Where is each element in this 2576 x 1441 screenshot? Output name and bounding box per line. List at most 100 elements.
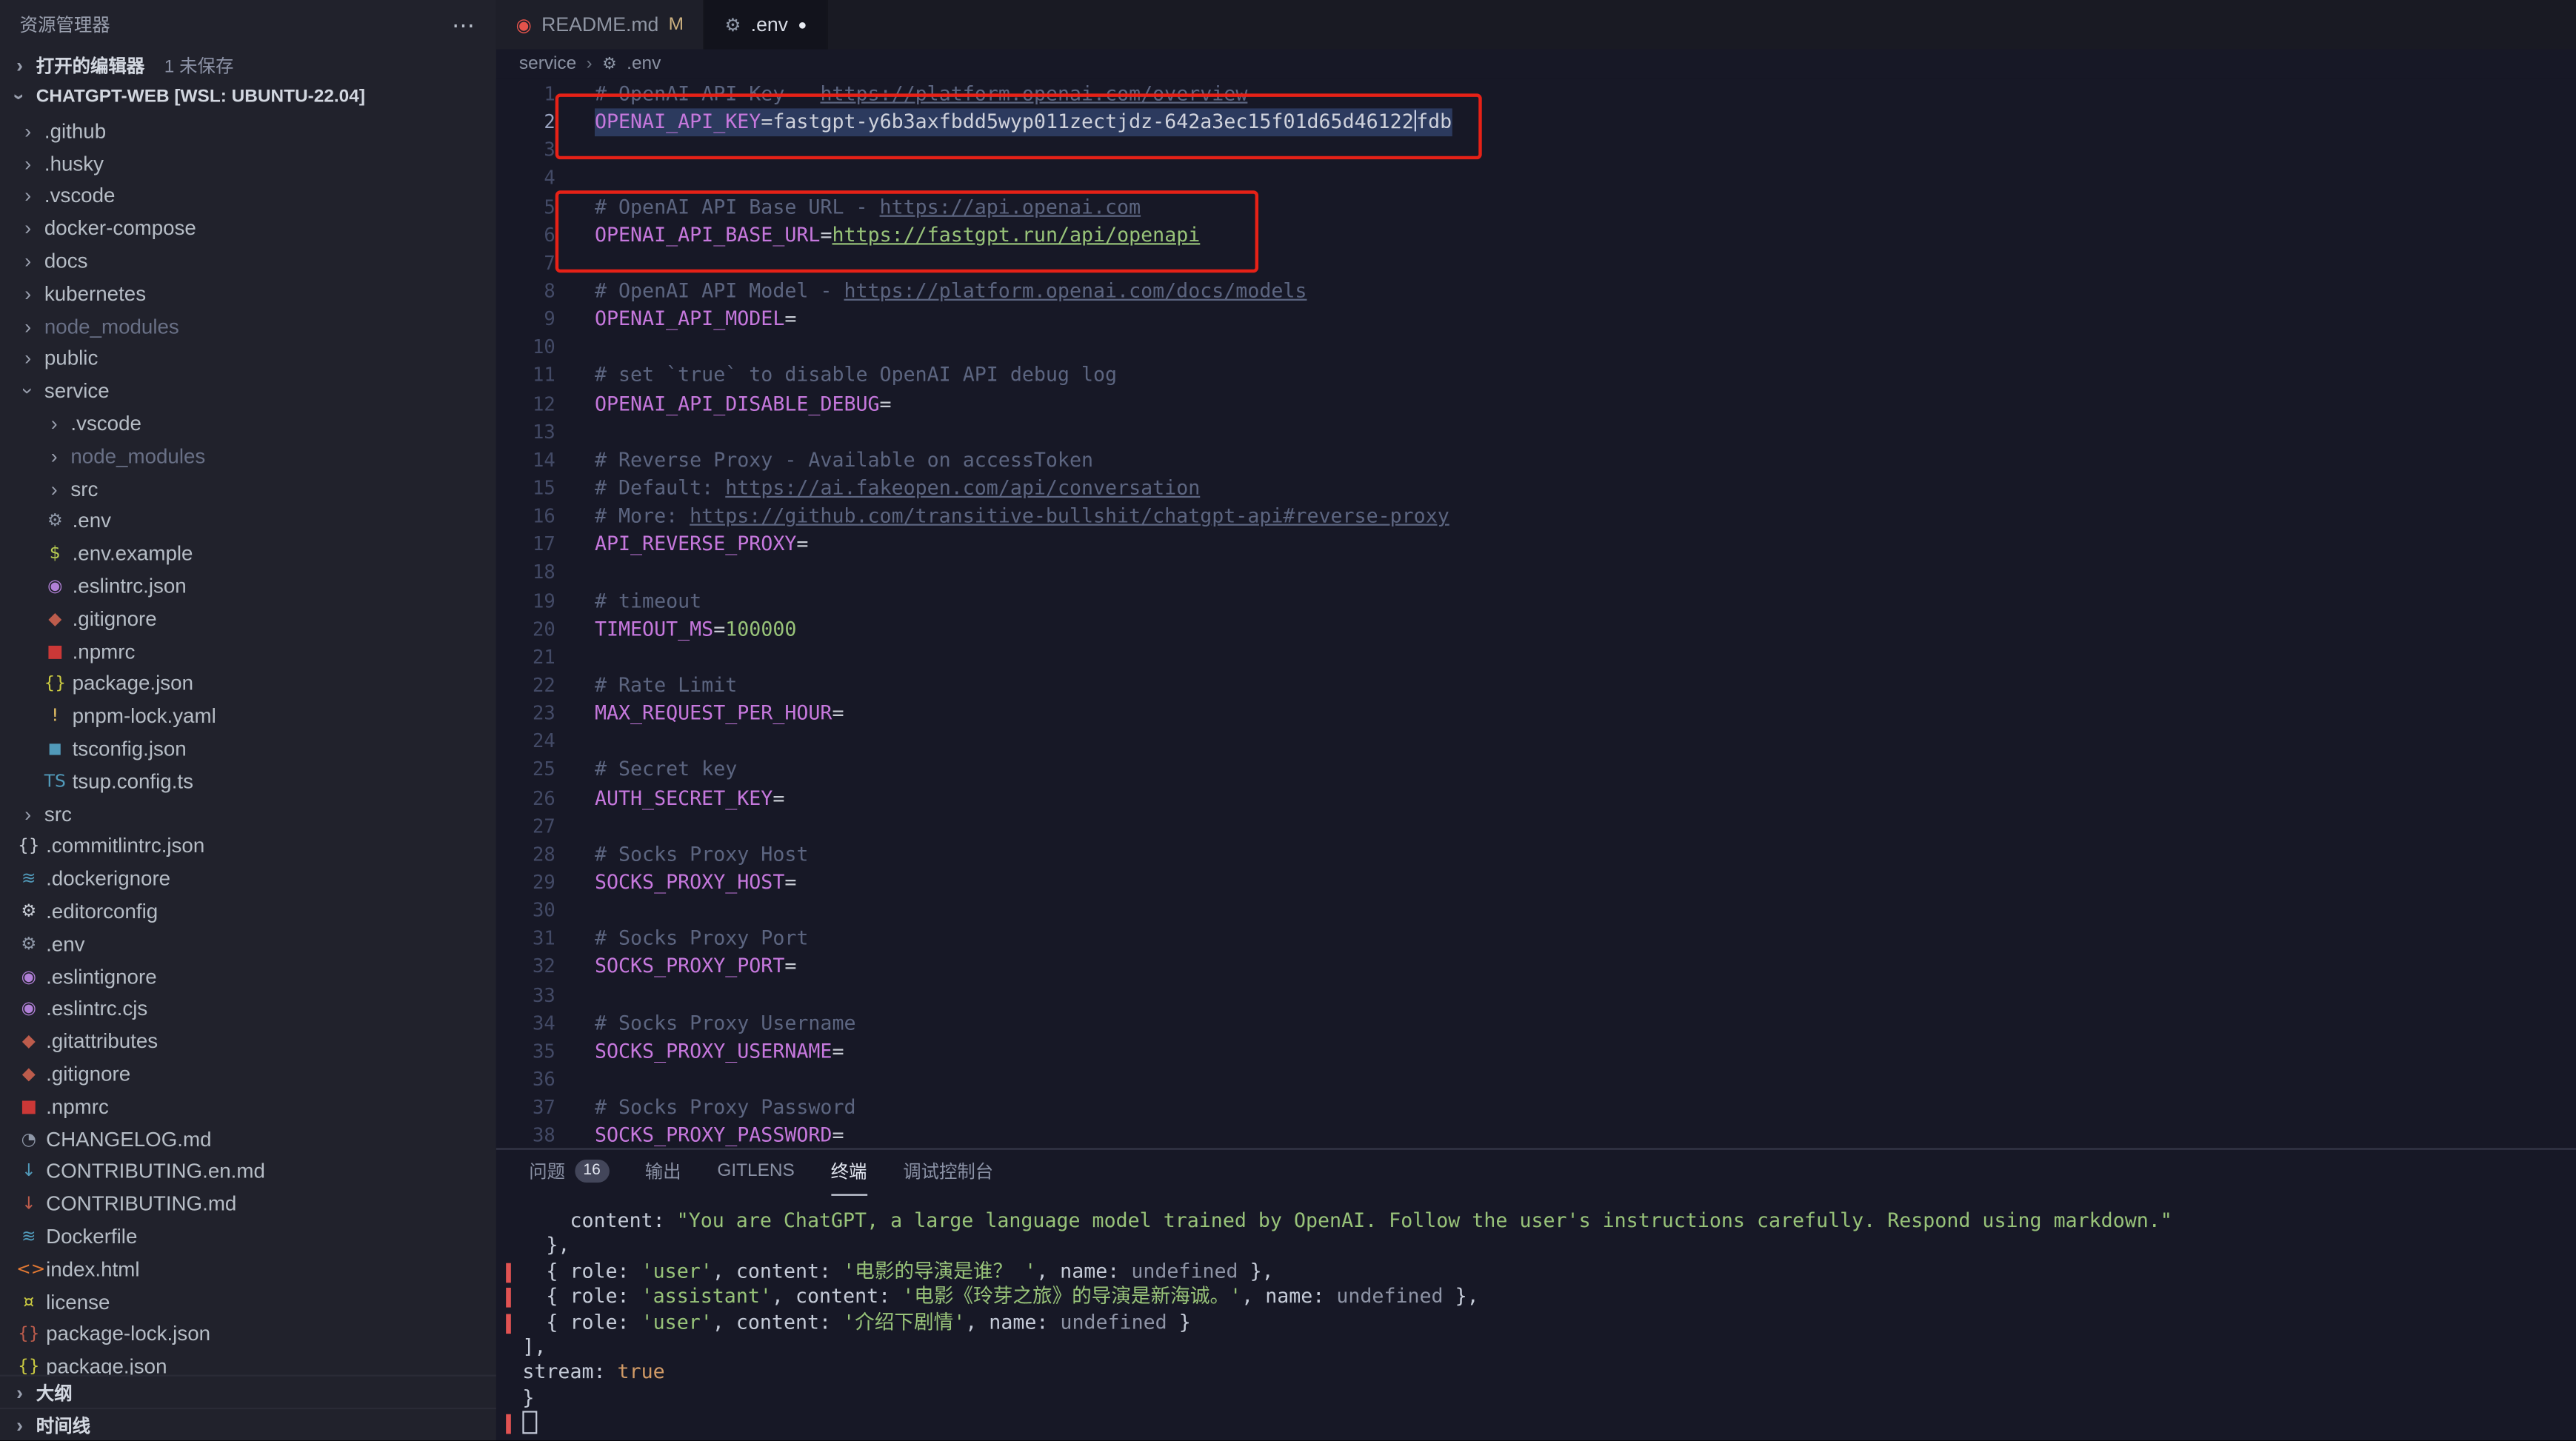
tree-file-.npmrc[interactable]: ■.npmrc [0,635,496,668]
line-number: 14 [496,447,555,475]
tree-file-CONTRIBUTING.en.md[interactable]: ↓CONTRIBUTING.en.md [0,1155,496,1188]
code-token: # Socks Proxy Username [595,1012,856,1034]
panel-tab-bar: 问题16 输出 GITLENS 终端调试控制台 [496,1150,2576,1194]
tree-file-.dockerignore[interactable]: ≋.dockerignore [0,863,496,895]
terminal-line: { role: 'user', content: '电影的导演是谁？ ', na… [496,1260,2576,1285]
outline-header[interactable]: › 大纲 [0,1377,496,1408]
line-number: 38 [496,1122,555,1148]
tree-folder-node_modules[interactable]: ›node_modules [0,440,496,472]
tree-file-.gitignore[interactable]: ◆.gitignore [0,603,496,635]
terminal-token: '电影的导演是谁？ ' [843,1260,1036,1283]
tree-folder-.vscode[interactable]: ›.vscode [0,180,496,213]
tree-folder-.github[interactable]: ›.github [0,115,496,147]
tree-item-label: .env [46,932,84,955]
code-line: 11# set `true` to disable OpenAI API deb… [496,362,2576,390]
code-line: 35SOCKS_PROXY_USERNAME= [496,1037,2576,1066]
terminal-token: , content: [713,1310,843,1333]
tree-folder-src[interactable]: ›src [0,798,496,830]
terminal-token: , content: [772,1285,902,1308]
tree-folder-kubernetes[interactable]: ›kubernetes [0,278,496,310]
terminal-output[interactable]: content: "You are ChatGPT, a large langu… [496,1194,2576,1441]
code-line: 18 [496,559,2576,587]
terminal-token: { role: [522,1260,641,1283]
tree-file-CONTRIBUTING.md[interactable]: ↓CONTRIBUTING.md [0,1188,496,1220]
tree-item-label: public [44,347,98,370]
tree-folder-.husky[interactable]: ›.husky [0,147,496,180]
tree-folder-docker-compose[interactable]: ›docker-compose [0,213,496,245]
tree-file-Dockerfile[interactable]: ≋Dockerfile [0,1220,496,1253]
tree-file-.eslintrc.json[interactable]: ◉.eslintrc.json [0,570,496,603]
panel-tab-GITLENS[interactable]: GITLENS [717,1149,794,1195]
tree-file-package.json[interactable]: {}package.json [0,1351,496,1375]
tree-folder-service[interactable]: ›service [0,375,496,408]
tree-item-label: service [44,380,110,403]
dirty-dot-icon[interactable]: ● [798,16,807,33]
tree-item-label: .npmrc [73,640,136,663]
terminal-token: } [522,1385,534,1408]
tree-folder-node_modules[interactable]: ›node_modules [0,310,496,343]
code-line: 37# Socks Proxy Password [496,1094,2576,1122]
code-line: 19# timeout [496,587,2576,615]
tree-file-index.html[interactable]: <>index.html [0,1253,496,1285]
code-token: # Secret key [595,758,737,780]
tree-file-.editorconfig[interactable]: ⚙.editorconfig [0,895,496,928]
timeline-header[interactable]: › 时间线 [0,1408,496,1440]
tab-.env[interactable]: ⚙.env● [705,0,828,50]
tree-file-CHANGELOG.md[interactable]: ◔CHANGELOG.md [0,1123,496,1156]
open-editors-header[interactable]: › 打开的编辑器 1 未保存 [0,50,496,81]
editor[interactable]: 1# OpenAI API Key - https://platform.ope… [496,78,2576,1148]
line-text: OPENAI_API_MODEL= [595,306,796,334]
code-token: MAX_REQUEST_PER_HOUR [595,701,832,724]
panel-tab-输出[interactable]: 输出 [645,1149,681,1195]
code-line: 16# More: https://github.com/transitive-… [496,503,2576,531]
code-token: = [832,701,844,724]
tree-file-package-lock.json[interactable]: {}package-lock.json [0,1318,496,1351]
git-file-icon: ◆ [16,1032,41,1052]
tree-file-.commitlintrc.json[interactable]: {}.commitlintrc.json [0,830,496,863]
tree-file-.env[interactable]: ⚙.env [0,505,496,538]
md-red-circle-icon: ◉ [515,14,531,36]
panel-tab-问题[interactable]: 问题16 [529,1149,609,1195]
more-actions-icon[interactable]: ⋯ [452,10,476,39]
tree-file-.env[interactable]: ⚙.env [0,928,496,960]
line-text: # set `true` to disable OpenAI API debug… [595,362,1117,390]
terminal-token: 'user' [641,1260,713,1283]
tree-item-label: tsconfig.json [73,738,187,760]
code-token: SOCKS_PROXY_USERNAME [595,1040,832,1063]
line-number: 37 [496,1094,555,1122]
tree-file-tsconfig.json[interactable]: ◼tsconfig.json [0,733,496,766]
line-number: 20 [496,615,555,643]
tree-file-.eslintignore[interactable]: ◉.eslintignore [0,960,496,993]
tree-folder-src[interactable]: ›src [0,472,496,505]
breadcrumb-file[interactable]: .env [627,54,661,74]
line-number: 12 [496,390,555,418]
open-editors-label: 打开的编辑器 [36,52,144,78]
breadcrumb-folder[interactable]: service [519,54,576,74]
breadcrumb[interactable]: service › ⚙ .env [496,50,2576,79]
tree-file-.npmrc[interactable]: ■.npmrc [0,1091,496,1123]
line-number: 25 [496,756,555,784]
tree-file-.gitignore[interactable]: ◆.gitignore [0,1058,496,1091]
tree-file-.eslintrc.cjs[interactable]: ◉.eslintrc.cjs [0,993,496,1026]
tree-folder-.vscode[interactable]: ›.vscode [0,407,496,440]
line-text: # Rate Limit [595,672,737,700]
tree-file-.env.example[interactable]: $.env.example [0,538,496,570]
tree-folder-docs[interactable]: ›docs [0,245,496,278]
bottom-panel: 问题16 输出 GITLENS 终端调试控制台 content: "You are C… [496,1148,2576,1440]
code-token: OPENAI_API_DISABLE_DEBUG [595,392,880,415]
tree-file-license[interactable]: ¤license [0,1285,496,1318]
tree-file-tsup.config.ts[interactable]: TStsup.config.ts [0,765,496,798]
tree-file-package.json[interactable]: {}package.json [0,668,496,701]
terminal-token: 'user' [641,1310,713,1333]
tree-file-pnpm-lock.yaml[interactable]: !pnpm-lock.yaml [0,701,496,733]
workspace-header[interactable]: › CHATGPT-WEB [WSL: UBUNTU-22.04] [0,81,496,112]
tree-item-label: .eslintrc.cjs [46,997,147,1020]
panel-tab-终端[interactable]: 终端 [831,1149,867,1195]
tab-README.md[interactable]: ◉README.mdM [496,0,705,50]
terminal-line: stream: true [496,1360,2576,1385]
code-line: 3 [496,137,2576,165]
tree-folder-public[interactable]: ›public [0,343,496,375]
code-token: OPENAI_API_MODEL [595,307,784,330]
tree-file-.gitattributes[interactable]: ◆.gitattributes [0,1026,496,1058]
panel-tab-调试控制台[interactable]: 调试控制台 [903,1149,993,1195]
